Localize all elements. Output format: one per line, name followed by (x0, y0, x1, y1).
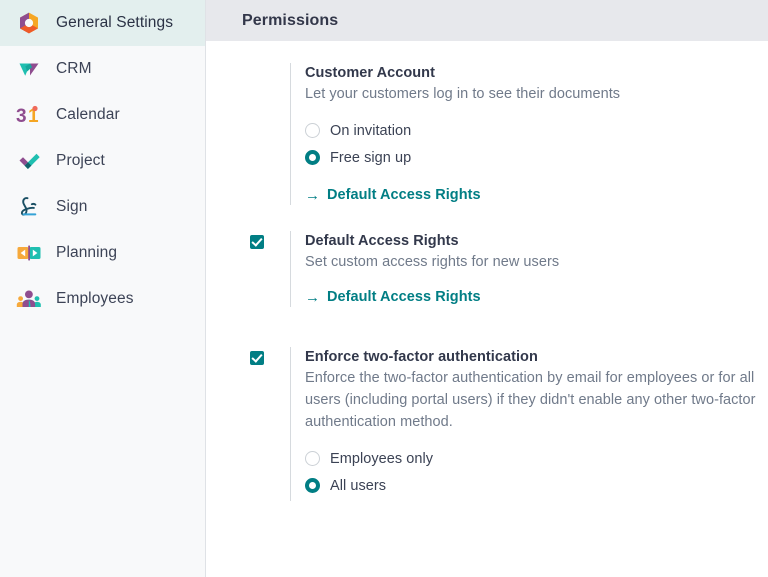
block-body: Customer Account Let your customers log … (305, 63, 768, 205)
sidebar-item-label: General Settings (56, 14, 173, 32)
radio-circle-selected-icon[interactable] (305, 478, 320, 493)
sidebar-item-planning[interactable]: Planning (0, 230, 205, 276)
sidebar-item-general-settings[interactable]: General Settings (0, 0, 205, 46)
arrow-right-icon: → (305, 290, 320, 305)
sidebar-item-label: Project (56, 152, 105, 170)
link-label: Default Access Rights (327, 187, 481, 203)
block-body: Enforce two-factor authentication Enforc… (305, 347, 768, 501)
block-divider (290, 63, 291, 205)
radio-circle-icon[interactable] (305, 451, 320, 466)
radio-label: Free sign up (330, 150, 411, 166)
two-factor-radio-group: Employees only All users (305, 445, 768, 499)
block-body: Default Access Rights Set custom access … (305, 231, 768, 307)
setting-description: Set custom access rights for new users (305, 251, 768, 273)
page-header: Permissions (206, 0, 768, 41)
checkbox-enforce-two-factor[interactable] (250, 351, 264, 365)
sidebar-item-crm[interactable]: CRM (0, 46, 205, 92)
radio-label: Employees only (330, 451, 433, 467)
radio-circle-selected-icon[interactable] (305, 150, 320, 165)
setting-two-factor-authentication: Enforce two-factor authentication Enforc… (206, 347, 768, 501)
block-divider (290, 347, 291, 501)
block-spacer (206, 307, 768, 347)
setting-default-access-rights: Default Access Rights Set custom access … (206, 231, 768, 307)
checkbox-column-empty (250, 63, 290, 205)
radio-on-invitation[interactable]: On invitation (305, 117, 768, 144)
app-root: General Settings CRM 3 1 Calendar (0, 0, 768, 577)
sidebar: General Settings CRM 3 1 Calendar (0, 0, 206, 577)
crm-heart-icon (14, 54, 44, 84)
sign-signature-icon (14, 192, 44, 222)
checkbox-column (250, 347, 290, 501)
employees-people-icon (14, 284, 44, 314)
radio-label: All users (330, 478, 386, 494)
sidebar-item-label: Employees (56, 290, 134, 308)
planning-arrows-icon (14, 238, 44, 268)
link-label: Default Access Rights (327, 289, 481, 305)
setting-title: Enforce two-factor authentication (305, 347, 768, 367)
link-default-access-rights-1[interactable]: → Default Access Rights (305, 187, 768, 203)
radio-label: On invitation (330, 123, 411, 139)
sidebar-item-label: Sign (56, 198, 87, 216)
sidebar-item-label: Planning (56, 244, 117, 262)
customer-account-radio-group: On invitation Free sign up (305, 117, 768, 171)
sidebar-item-label: CRM (56, 60, 92, 78)
link-default-access-rights-2[interactable]: → Default Access Rights (305, 289, 768, 305)
calendar-31-icon: 3 1 (14, 100, 44, 130)
setting-description: Let your customers log in to see their d… (305, 83, 768, 105)
settings-hexagon-icon (14, 8, 44, 38)
radio-free-sign-up[interactable]: Free sign up (305, 144, 768, 171)
checkbox-default-access-rights[interactable] (250, 235, 264, 249)
radio-employees-only[interactable]: Employees only (305, 445, 768, 472)
block-divider (290, 231, 291, 307)
block-spacer (206, 205, 768, 231)
radio-all-users[interactable]: All users (305, 472, 768, 499)
page-title: Permissions (242, 12, 338, 30)
svg-text:3: 3 (16, 106, 27, 127)
project-check-icon (14, 146, 44, 176)
settings-content: Customer Account Let your customers log … (206, 41, 768, 501)
sidebar-item-project[interactable]: Project (0, 138, 205, 184)
setting-customer-account: Customer Account Let your customers log … (206, 63, 768, 205)
checkbox-column (250, 231, 290, 307)
sidebar-item-employees[interactable]: Employees (0, 276, 205, 322)
arrow-right-icon: → (305, 188, 320, 203)
radio-circle-icon[interactable] (305, 123, 320, 138)
main-panel: Permissions Customer Account Let your cu… (206, 0, 768, 577)
setting-title: Customer Account (305, 63, 768, 83)
sidebar-item-calendar[interactable]: 3 1 Calendar (0, 92, 205, 138)
sidebar-item-label: Calendar (56, 106, 120, 124)
sidebar-item-sign[interactable]: Sign (0, 184, 205, 230)
setting-description: Enforce the two-factor authentication by… (305, 367, 768, 433)
setting-title: Default Access Rights (305, 231, 768, 251)
